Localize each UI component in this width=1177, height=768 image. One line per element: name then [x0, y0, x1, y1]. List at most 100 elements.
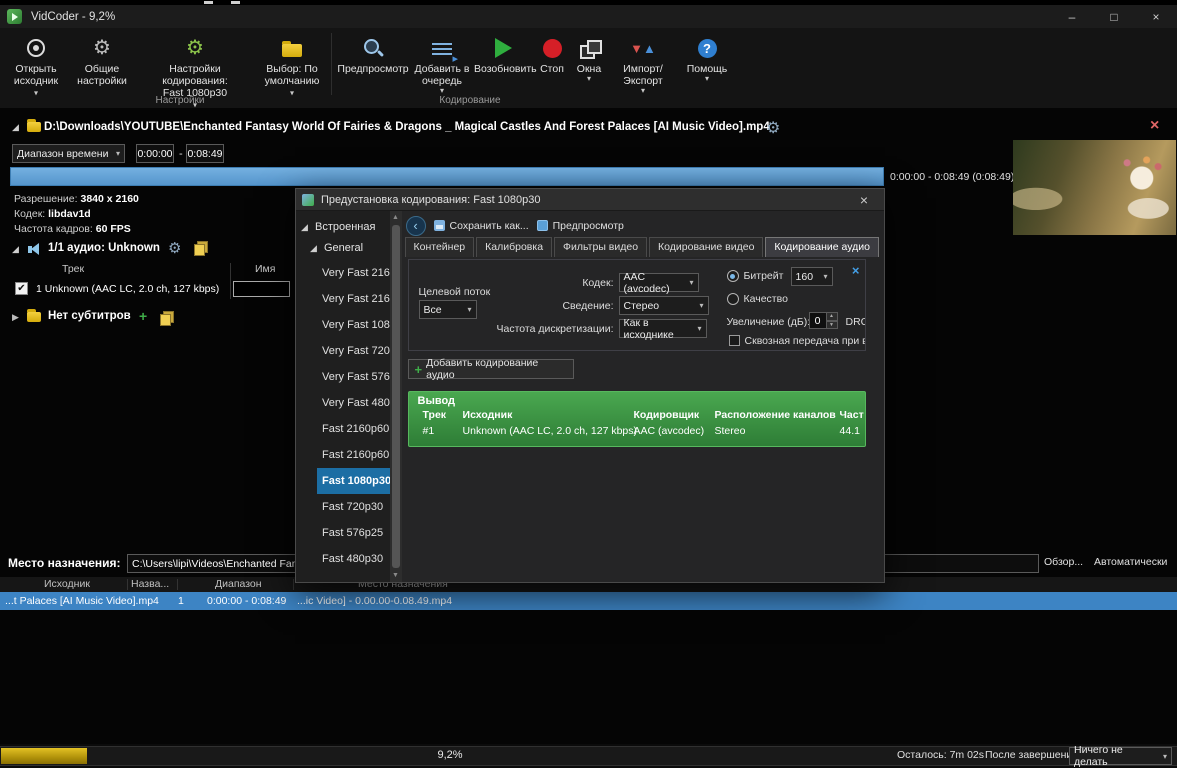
open-source-button[interactable]: Открыть исходник ▾: [6, 34, 66, 99]
help-button[interactable]: ? Помощь ▾: [682, 34, 732, 83]
codec-label: Кодек:: [14, 208, 45, 220]
preset-tree-scrollbar[interactable]: ▲ ▼: [390, 211, 402, 582]
browse-button[interactable]: Обзор...: [1044, 556, 1083, 568]
vidcoder-window: VidCoder - 9,2% – □ × Открыть исходник ▾…: [0, 0, 1177, 768]
preset-item[interactable]: Very Fast 2160p6: [317, 260, 390, 286]
bitrate-radio[interactable]: [727, 270, 739, 282]
audio-output-panel: Вывод Трек Исходник Кодировщик Расположе…: [408, 391, 866, 447]
windows-button[interactable]: Окна ▾: [572, 34, 606, 83]
scroll-down-icon[interactable]: ▼: [390, 569, 402, 582]
tree-expander-icon: ◢: [301, 222, 308, 232]
out-col-source: Исходник: [463, 409, 513, 421]
gain-spinner[interactable]: ▲ ▼: [809, 312, 838, 329]
source-expander-icon[interactable]: ◢: [12, 122, 19, 133]
preset-item[interactable]: Fast 576p25: [317, 520, 390, 546]
queue-row[interactable]: ...t Palaces [AI Music Video].mp4 1 0:00…: [0, 592, 1177, 610]
tree-general-label: General: [324, 242, 363, 254]
resume-button[interactable]: Возобновить: [474, 34, 532, 75]
tab-video-filters[interactable]: Фильтры видео: [554, 237, 647, 257]
preset-item[interactable]: Fast 720p30: [317, 494, 390, 520]
save-icon: [434, 220, 445, 231]
tab-sizing[interactable]: Калибровка: [476, 237, 552, 257]
out-cell-track: #1: [423, 425, 435, 437]
tree-expander-icon: ◢: [310, 243, 317, 253]
track-name-input[interactable]: [233, 281, 290, 297]
source-settings-gear-icon[interactable]: ⚙: [766, 118, 780, 138]
bitrate-dropdown[interactable]: 160 ▾: [791, 267, 833, 286]
preset-item[interactable]: Very Fast 1080p3: [317, 312, 390, 338]
tree-node-general[interactable]: ◢ General: [296, 235, 390, 260]
preview-button[interactable]: Предпросмотр: [336, 34, 410, 75]
framerate-value: 60 FPS: [96, 223, 131, 235]
after-completion-dropdown[interactable]: Ничего не делать ▾: [1069, 747, 1172, 765]
general-settings-label: Общие настройки: [72, 63, 132, 87]
tree-node-builtin[interactable]: ◢ Встроенная: [296, 211, 390, 235]
preset-item[interactable]: Fast 480p30: [317, 546, 390, 572]
spin-up-icon[interactable]: ▲: [827, 312, 838, 321]
audio-expander-icon[interactable]: ◢: [12, 244, 19, 255]
source-path: D:\Downloads\YOUTUBE\Enchanted Fantasy W…: [44, 121, 770, 133]
target-stream-dropdown[interactable]: Все ▾: [419, 300, 477, 319]
preset-item[interactable]: Very Fast 576p25: [317, 364, 390, 390]
preset-icon: [302, 194, 314, 206]
add-subtitle-plus-icon[interactable]: +: [139, 308, 147, 324]
tab-audio-encoding[interactable]: Кодирование аудио: [765, 237, 879, 257]
spinner-arrows[interactable]: ▲ ▼: [827, 312, 838, 329]
samplerate-dropdown[interactable]: Как в исходнике ▾: [619, 319, 707, 338]
dropdown-arrow-icon: ▾: [608, 87, 678, 95]
picker-label: Выбор: По умолчанию: [258, 63, 326, 87]
preset-item-selected[interactable]: Fast 1080p30: [317, 468, 390, 494]
range-seek-bar[interactable]: [10, 167, 884, 186]
preset-item[interactable]: Fast 2160p60 4K: [317, 442, 390, 468]
subtitles-folder-icon: [27, 312, 41, 322]
subtitles-copy-icon[interactable]: [160, 311, 172, 324]
resolution-label: Разрешение:: [14, 193, 78, 205]
source-row: ◢ D:\Downloads\YOUTUBE\Enchanted Fantasy…: [0, 116, 1177, 138]
quality-radio[interactable]: [727, 293, 739, 305]
import-export-label: Импорт/Экспорт: [608, 63, 678, 87]
tab-video-encoding[interactable]: Кодирование видео: [649, 237, 763, 257]
dialog-preview-button[interactable]: Предпросмотр: [537, 220, 624, 232]
tab-container[interactable]: Контейнер: [405, 237, 475, 257]
remove-encoding-icon[interactable]: ×: [852, 263, 860, 278]
samplerate-label: Частота дискретизации:: [469, 323, 614, 335]
range-start-input[interactable]: [136, 144, 174, 163]
info-codec: Кодек: libdav1d: [14, 207, 139, 222]
stop-button[interactable]: Стоп: [534, 34, 570, 75]
import-export-button[interactable]: ▼ ▲ Импорт/Экспорт ▾: [608, 34, 678, 95]
general-settings-button[interactable]: ⚙ Общие настройки: [72, 34, 132, 87]
scrollbar-thumb[interactable]: [392, 225, 400, 568]
range-end-input[interactable]: [186, 144, 224, 163]
audio-settings-gear-icon[interactable]: ⚙: [168, 239, 181, 257]
range-type-dropdown[interactable]: Диапазон времени ▾: [12, 144, 125, 163]
picker-button[interactable]: Выбор: По умолчанию ▾: [258, 34, 326, 99]
preset-item[interactable]: Very Fast 2160p6: [317, 286, 390, 312]
preset-item[interactable]: Very Fast 480p30: [317, 390, 390, 416]
minimize-button[interactable]: –: [1051, 5, 1093, 28]
dialog-close-icon[interactable]: ×: [850, 192, 878, 208]
scroll-up-icon[interactable]: ▲: [390, 211, 402, 224]
passthrough-checkbox[interactable]: [729, 335, 740, 346]
add-to-queue-button[interactable]: Добавить в очередь ▾: [412, 34, 472, 95]
preset-item[interactable]: Fast 2160p60 4K: [317, 416, 390, 442]
save-as-button[interactable]: Сохранить как...: [434, 220, 529, 232]
close-button[interactable]: ×: [1135, 5, 1177, 28]
add-audio-encoding-button[interactable]: + Добавить кодирование аудио: [408, 359, 574, 379]
queue-col-source: Исходник: [44, 578, 90, 590]
auto-naming-button[interactable]: Автоматически: [1094, 556, 1167, 568]
column-divider: [293, 579, 294, 590]
gain-input[interactable]: [809, 312, 827, 329]
source-close-icon[interactable]: ×: [1150, 117, 1159, 135]
codec-dropdown-value: AAC (avcodec): [624, 271, 685, 295]
maximize-button[interactable]: □: [1093, 5, 1135, 28]
subtitles-expander-icon[interactable]: ▶: [12, 312, 19, 323]
preset-item[interactable]: Very Fast 720p30: [317, 338, 390, 364]
spin-down-icon[interactable]: ▼: [827, 321, 838, 330]
mixdown-dropdown[interactable]: Стерео ▾: [619, 296, 709, 315]
dialog-preview-label: Предпросмотр: [553, 220, 624, 232]
track-checkbox[interactable]: ✔: [15, 282, 28, 295]
back-button[interactable]: ‹: [406, 216, 426, 236]
copy-pages-icon[interactable]: [194, 241, 206, 254]
codec-dropdown[interactable]: AAC (avcodec) ▾: [619, 273, 699, 292]
open-source-label: Открыть исходник: [6, 63, 66, 87]
